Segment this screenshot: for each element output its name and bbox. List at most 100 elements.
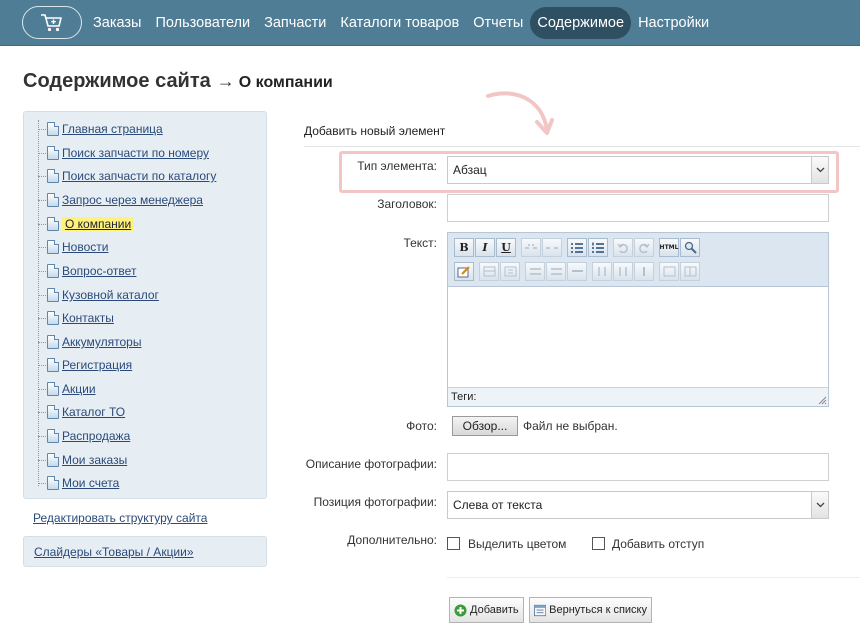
delete-row-button[interactable]: [567, 262, 587, 281]
numbered-list-icon: [592, 242, 604, 253]
add-button[interactable]: Добавить: [449, 597, 524, 623]
italic-button[interactable]: I: [475, 238, 495, 257]
col-after-button[interactable]: [613, 262, 633, 281]
nav-catalogs[interactable]: Каталоги товаров: [333, 7, 466, 39]
resize-grip-icon[interactable]: [817, 395, 827, 405]
list-icon: [534, 604, 547, 616]
tree-link-manager-request[interactable]: Запрос через менеджера: [62, 193, 203, 207]
split-cells-button[interactable]: [659, 262, 679, 281]
tree-link-search-number[interactable]: Поиск запчасти по номеру: [62, 146, 209, 160]
tree-link-registration[interactable]: Регистрация: [62, 358, 132, 372]
tree-item: Вопрос-ответ: [38, 262, 136, 280]
photo-pos-select[interactable]: Слева от текста: [447, 491, 829, 519]
nav-reports[interactable]: Отчеты: [466, 7, 530, 39]
numbered-list-button[interactable]: [588, 238, 608, 257]
link-icon: [525, 243, 537, 249]
back-to-list-button[interactable]: Вернуться к списку: [529, 597, 652, 623]
nav-users[interactable]: Пользователи: [148, 7, 257, 39]
sliders-link[interactable]: Слайдеры «Товары / Акции»: [34, 545, 194, 559]
tree-link-about[interactable]: О компании: [62, 217, 135, 231]
row-before-button[interactable]: [525, 262, 545, 281]
row-before-icon: [529, 268, 541, 275]
highlight-color-checkbox[interactable]: [447, 537, 460, 550]
col-before-button[interactable]: [592, 262, 612, 281]
nav-orders[interactable]: Заказы: [86, 7, 148, 39]
row-after-icon: [550, 268, 562, 275]
photo-label: Фото:: [406, 419, 437, 433]
cart-button[interactable]: [22, 6, 82, 39]
tree-link-faq[interactable]: Вопрос-ответ: [62, 264, 136, 278]
tree-link-contacts[interactable]: Контакты: [62, 311, 114, 325]
page-icon: [47, 240, 59, 254]
redo-button[interactable]: [634, 238, 654, 257]
title-arrow: →: [216, 71, 235, 91]
tree-item: Регистрация: [38, 356, 132, 374]
row-after-button[interactable]: [546, 262, 566, 281]
tree-item: Мои счета: [38, 474, 119, 492]
delete-col-icon: [642, 267, 645, 276]
add-indent-checkbox[interactable]: [592, 537, 605, 550]
tree-link-search-catalog[interactable]: Поиск запчасти по каталогу: [62, 169, 216, 183]
tree-link-my-invoices[interactable]: Мои счета: [62, 476, 119, 490]
tree-item: Запрос через менеджера: [38, 191, 203, 209]
col-before-icon: [597, 267, 606, 276]
divider: [447, 577, 860, 578]
rich-text-editor: B I U HTML Теги:: [447, 232, 829, 407]
cart-icon: [41, 13, 62, 31]
nav-parts[interactable]: Запчасти: [257, 7, 333, 39]
delete-col-button[interactable]: [634, 262, 654, 281]
delete-row-icon: [571, 270, 583, 272]
sliders-box: Слайдеры «Товары / Акции»: [23, 536, 267, 567]
merge-cells-button[interactable]: [680, 262, 700, 281]
page-title-sub: О компании: [238, 74, 333, 91]
text-label: Текст:: [403, 236, 437, 250]
photo-pos-label: Позиция фотографии:: [313, 495, 437, 509]
type-select[interactable]: Абзац: [447, 156, 829, 184]
page-icon: [47, 264, 59, 278]
tree-item: Аккумуляторы: [38, 333, 141, 351]
site-tree: Главная страница Поиск запчасти по номер…: [23, 111, 267, 499]
tree-item: Распродажа: [38, 427, 130, 445]
bold-button[interactable]: B: [454, 238, 474, 257]
tree-link-batteries[interactable]: Аккумуляторы: [62, 335, 141, 349]
tree-link-body-catalog[interactable]: Кузовной каталог: [62, 288, 159, 302]
browse-button[interactable]: Обзор...: [452, 416, 518, 436]
chevron-down-icon[interactable]: [811, 492, 828, 518]
heading-input[interactable]: [447, 194, 829, 222]
page-icon: [47, 476, 59, 490]
edit-structure-link[interactable]: Редактировать структуру сайта: [33, 511, 207, 525]
page-icon: [47, 453, 59, 467]
bullet-list-button[interactable]: [567, 238, 587, 257]
tree-link-news[interactable]: Новости: [62, 240, 108, 254]
page-icon: [47, 358, 59, 372]
page-icon: [47, 311, 59, 325]
underline-button[interactable]: U: [496, 238, 516, 257]
chevron-down-icon[interactable]: [811, 157, 828, 183]
add-icon: [454, 604, 467, 616]
nav-content[interactable]: Содержимое: [530, 7, 632, 39]
tree-link-sale[interactable]: Распродажа: [62, 429, 130, 443]
edit-css-button[interactable]: [454, 262, 474, 281]
extra-label: Дополнительно:: [347, 533, 437, 547]
page-icon: [47, 405, 59, 419]
editor-content-area[interactable]: [448, 287, 828, 387]
tree-item: Акции: [38, 380, 96, 398]
table-button[interactable]: [479, 262, 499, 281]
nav-settings[interactable]: Настройки: [631, 7, 716, 39]
tree-link-home[interactable]: Главная страница: [62, 122, 163, 136]
search-button[interactable]: [680, 238, 700, 257]
tree-link-service-catalog[interactable]: Каталог ТО: [62, 405, 125, 419]
page-icon: [47, 429, 59, 443]
undo-button[interactable]: [613, 238, 633, 257]
page-title: Содержимое сайта → О компании: [23, 70, 333, 93]
tree-link-my-orders[interactable]: Мои заказы: [62, 453, 127, 467]
photo-desc-input[interactable]: [447, 453, 829, 481]
tree-link-promos[interactable]: Акции: [62, 382, 96, 396]
html-button[interactable]: HTML: [659, 238, 679, 257]
unlink-button[interactable]: [542, 238, 562, 257]
page-icon: [47, 288, 59, 302]
annotation-arrow-icon: [486, 91, 554, 135]
link-button[interactable]: [521, 238, 541, 257]
page-icon: [47, 193, 59, 207]
table-props-button[interactable]: [500, 262, 520, 281]
